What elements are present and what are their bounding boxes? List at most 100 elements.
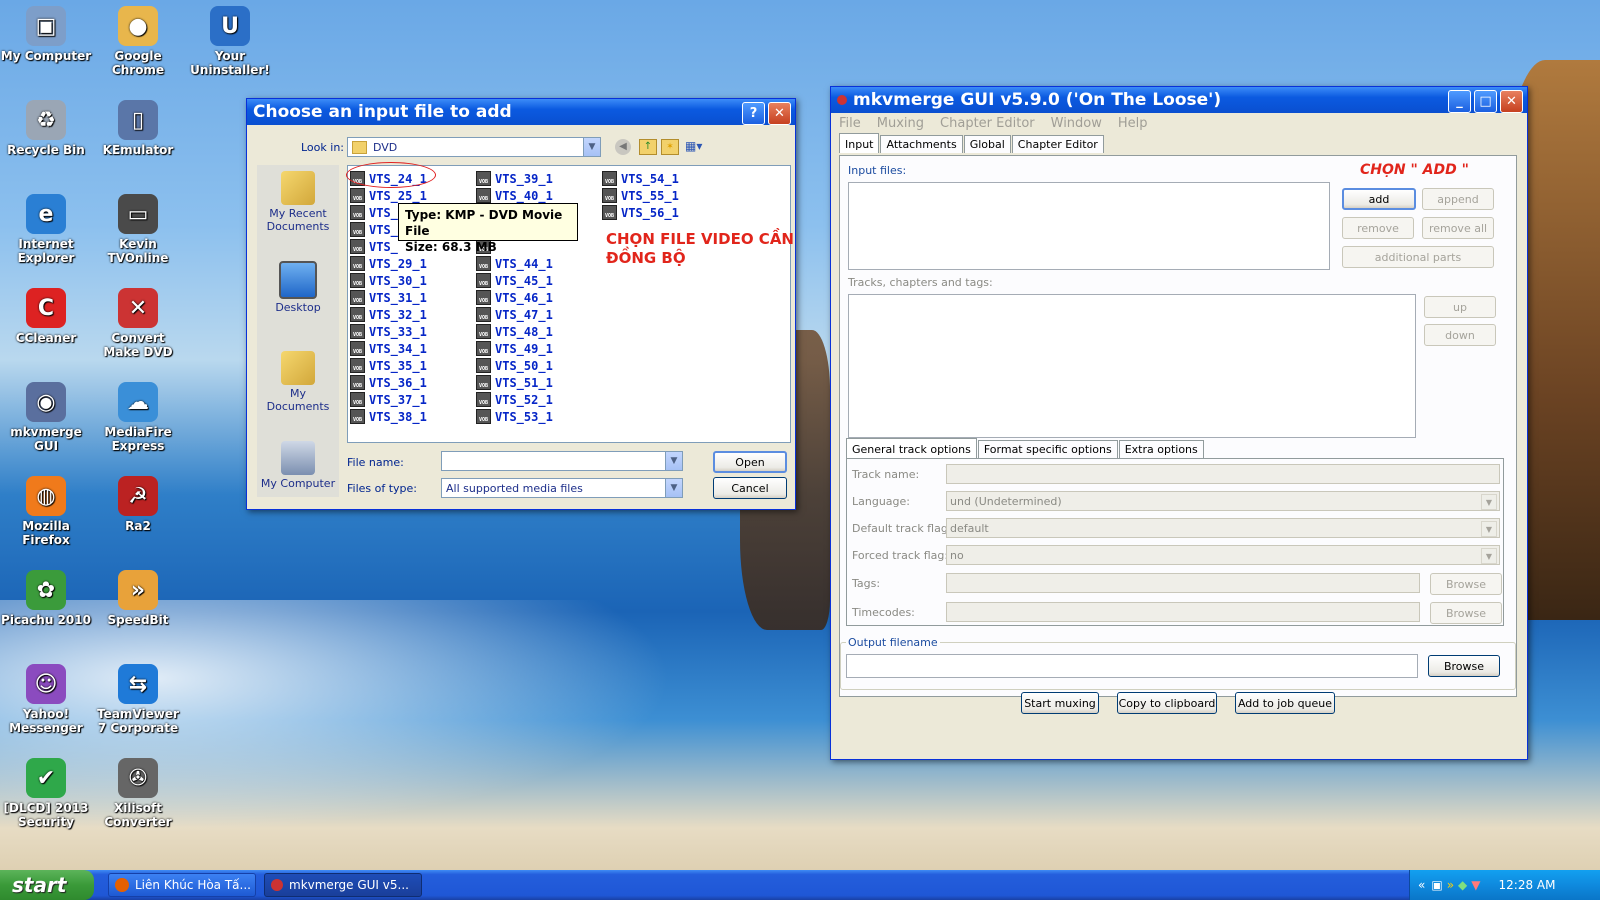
copy-to-clipboard-button[interactable]: Copy to clipboard	[1117, 692, 1217, 714]
file-item[interactable]: VOB VTS_25_1	[350, 187, 427, 204]
menu-chapter-editor[interactable]: Chapter Editor	[940, 116, 1035, 131]
desktop-shortcut[interactable]: ▭ Kevin TVOnline	[92, 194, 184, 265]
desktop-shortcut[interactable]: ▯ KEmulator	[92, 100, 184, 157]
tab-input[interactable]: Input	[839, 133, 880, 153]
place-my-documents[interactable]: My Documents	[257, 351, 339, 435]
volume-icon[interactable]: ▼	[1471, 878, 1480, 892]
default-flag-select[interactable]: default ▼	[946, 518, 1500, 538]
up-folder-icon[interactable]: ↑	[639, 139, 657, 155]
forced-flag-select[interactable]: no ▼	[946, 545, 1500, 565]
append-button[interactable]: append	[1422, 188, 1494, 210]
tags-browse-button[interactable]: Browse	[1430, 573, 1502, 595]
file-item[interactable]: VOB VTS_40_1	[476, 187, 553, 204]
desktop-shortcut[interactable]: ▣ My Computer	[0, 6, 92, 63]
file-item[interactable]: VOB VTS_38_1	[350, 408, 427, 425]
chevron-down-icon[interactable]: ▼	[1481, 521, 1497, 537]
new-folder-icon[interactable]: ✶	[661, 139, 679, 155]
file-item[interactable]: VOB VTS_47_1	[476, 306, 553, 323]
file-item[interactable]: VOB VTS_37_1	[350, 391, 427, 408]
chevron-down-icon[interactable]: ▼	[665, 452, 682, 470]
desktop-shortcut[interactable]: ✕ Convert Make DVD	[92, 288, 184, 359]
cancel-button[interactable]: Cancel	[713, 477, 787, 499]
clock[interactable]: 12:28 AM	[1499, 878, 1556, 892]
timecodes-browse-button[interactable]: Browse	[1430, 602, 1502, 624]
timecodes-field[interactable]	[946, 602, 1420, 622]
language-select[interactable]: und (Undetermined) ▼	[946, 491, 1500, 511]
network-icon[interactable]: ▣	[1431, 878, 1442, 892]
output-filename-field[interactable]	[846, 654, 1418, 678]
up-button[interactable]: up	[1424, 296, 1496, 318]
desktop-shortcut[interactable]: » SpeedBit	[92, 570, 184, 627]
desktop-shortcut[interactable]: ✇ Xilisoft Converter	[92, 758, 184, 829]
file-item[interactable]: VOB VTS_32_1	[350, 306, 427, 323]
tracks-list[interactable]	[848, 294, 1416, 438]
chevron-down-icon[interactable]: ▼	[665, 479, 682, 497]
lookin-combo[interactable]: DVD ▼	[347, 137, 601, 157]
output-browse-button[interactable]: Browse	[1428, 655, 1500, 677]
view-menu-icon[interactable]: ▦▾	[685, 139, 709, 153]
file-item[interactable]: VOB VTS_49_1	[476, 340, 553, 357]
desktop-shortcut[interactable]: C CCleaner	[0, 288, 92, 345]
track-name-field[interactable]	[946, 464, 1500, 484]
menu-help[interactable]: Help	[1118, 116, 1148, 131]
file-item[interactable]: VOB VTS_50_1	[476, 357, 553, 374]
desktop-shortcut[interactable]: ✿ Picachu 2010	[0, 570, 92, 627]
tray-expand-icon[interactable]: «	[1418, 878, 1425, 892]
help-button[interactable]: ?	[742, 102, 765, 125]
tab-global[interactable]: Global	[963, 135, 1011, 153]
file-item[interactable]: VOB VTS_45_1	[476, 272, 553, 289]
file-item[interactable]: VOB VTS_53_1	[476, 408, 553, 425]
place-desktop[interactable]: Desktop	[257, 261, 339, 345]
taskbar-item-mkvmerge[interactable]: mkvmerge GUI v5...	[264, 873, 422, 897]
tab-format-specific-options[interactable]: Format specific options	[977, 440, 1118, 458]
file-item[interactable]: VOB VTS_29_1	[350, 255, 427, 272]
menu-muxing[interactable]: Muxing	[877, 116, 924, 131]
input-files-list[interactable]	[848, 182, 1330, 270]
file-item[interactable]: VOB VTS_34_1	[350, 340, 427, 357]
desktop-shortcut[interactable]: ◍ Mozilla Firefox	[0, 476, 92, 547]
desktop-shortcut[interactable]: ☁ MediaFire Express	[92, 382, 184, 453]
file-item[interactable]: VOB VTS_51_1	[476, 374, 553, 391]
file-item[interactable]: VOB VTS_52_1	[476, 391, 553, 408]
desktop-shortcut[interactable]: ☺ Yahoo! Messenger	[0, 664, 92, 735]
close-button[interactable]: ✕	[1500, 90, 1523, 113]
tab-extra-options[interactable]: Extra options	[1118, 440, 1204, 458]
desktop-shortcut[interactable]: ✔ [DLCD] 2013 Security	[0, 758, 92, 829]
desktop-shortcut[interactable]: ⇆ TeamViewer 7 Corporate	[92, 664, 184, 735]
file-item[interactable]: VOB VTS_36_1	[350, 374, 427, 391]
remove-all-button[interactable]: remove all	[1422, 217, 1494, 239]
taskbar-item-music[interactable]: Liên Khúc Hòa Tấ...	[108, 873, 256, 897]
filetype-select[interactable]: All supported media files ▼	[441, 478, 683, 498]
desktop-shortcut[interactable]: U Your Uninstaller!	[184, 6, 276, 77]
file-item[interactable]: VOB VTS_31_1	[350, 289, 427, 306]
file-item[interactable]: VOB VTS_55_1	[602, 187, 679, 204]
file-item[interactable]: VOB VTS_48_1	[476, 323, 553, 340]
file-item[interactable]: VOB VTS_56_1	[602, 204, 679, 221]
file-item[interactable]: VOB VTS_44_1	[476, 255, 553, 272]
menu-file[interactable]: File	[839, 116, 861, 131]
open-button[interactable]: Open	[713, 451, 787, 473]
place-recent-documents[interactable]: My Recent Documents	[257, 171, 339, 255]
desktop-shortcut[interactable]: e Internet Explorer	[0, 194, 92, 265]
desktop-shortcut[interactable]: ● Google Chrome	[92, 6, 184, 77]
file-item[interactable]: VOB VTS_54_1	[602, 170, 679, 187]
start-muxing-button[interactable]: Start muxing	[1021, 692, 1099, 714]
close-button[interactable]: ✕	[768, 102, 791, 125]
back-icon[interactable]: ◀	[615, 139, 631, 155]
speedbit-tray-icon[interactable]: »	[1447, 878, 1454, 892]
chevron-down-icon[interactable]: ▼	[583, 138, 600, 156]
place-my-computer[interactable]: My Computer	[257, 441, 339, 525]
filename-field[interactable]: ▼	[441, 451, 683, 471]
add-to-job-queue-button[interactable]: Add to job queue	[1235, 692, 1335, 714]
tab-general-track-options[interactable]: General track options	[846, 438, 977, 458]
add-button[interactable]: add	[1342, 188, 1416, 210]
file-item[interactable]: VOB VTS_33_1	[350, 323, 427, 340]
chevron-down-icon[interactable]: ▼	[1481, 494, 1497, 510]
chevron-down-icon[interactable]: ▼	[1481, 548, 1497, 564]
start-button[interactable]: start	[0, 870, 94, 900]
tags-field[interactable]	[946, 573, 1420, 593]
file-item[interactable]: VOB VTS_35_1	[350, 357, 427, 374]
file-item[interactable]: VOB VTS_30_1	[350, 272, 427, 289]
maximize-button[interactable]: □	[1474, 90, 1497, 113]
down-button[interactable]: down	[1424, 324, 1496, 346]
